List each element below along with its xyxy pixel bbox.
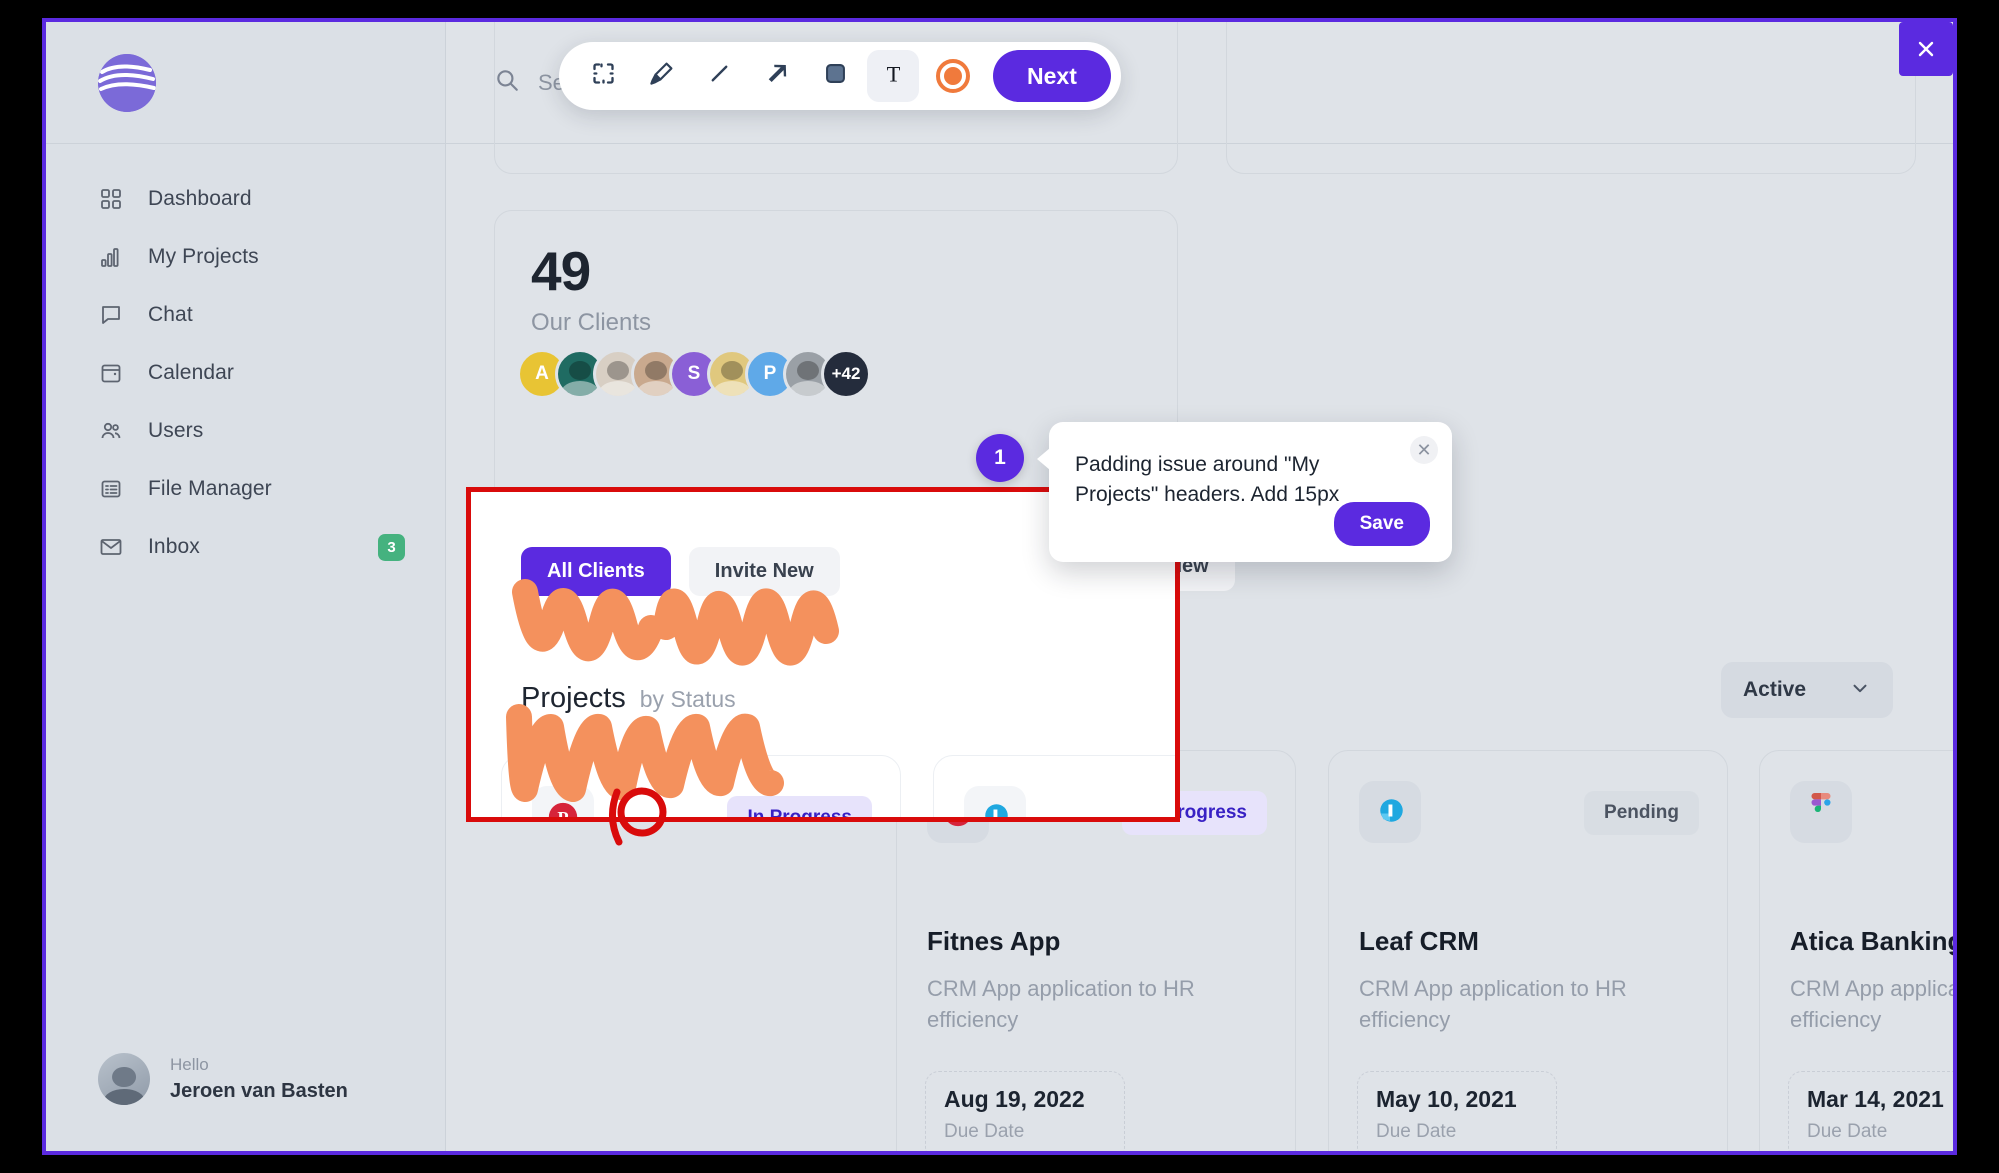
figma-icon xyxy=(1790,781,1852,843)
comment-text: Padding issue around "My Projects" heade… xyxy=(1075,453,1340,506)
due-date-box: Mar 14, 2021 Due Date xyxy=(1788,1071,1953,1151)
save-button[interactable]: Save xyxy=(1333,502,1430,546)
sidebar-item-chat[interactable]: Chat xyxy=(46,286,445,344)
sidebar-item-label: Inbox xyxy=(148,535,200,558)
sidebar-item-users[interactable]: Users xyxy=(46,402,445,460)
calendar-icon xyxy=(98,360,124,386)
svg-text:P: P xyxy=(557,808,568,822)
rectangle-tool-button[interactable] xyxy=(809,50,861,102)
page-title: Projects xyxy=(521,682,626,714)
sidebar-user-profile[interactable]: Hello Jeroen van Basten xyxy=(98,1053,348,1105)
crop-tool-button[interactable] xyxy=(577,50,629,102)
sidebar-item-label: Dashboard xyxy=(148,187,252,210)
project-description: CRM App application to HR efficiency xyxy=(927,976,1195,1033)
chevron-down-icon xyxy=(1849,677,1871,704)
user-greeting: Hello xyxy=(170,1055,209,1075)
sidebar-item-label: My Projects xyxy=(148,245,259,268)
inbox-unread-badge: 3 xyxy=(378,533,405,561)
arrow-tool-button[interactable] xyxy=(751,50,803,102)
arrow-icon xyxy=(764,60,791,92)
app-logo-icon xyxy=(98,53,156,112)
bar-chart-icon xyxy=(98,244,124,270)
next-button[interactable]: Next xyxy=(993,50,1111,102)
mail-icon xyxy=(98,534,124,560)
avatar xyxy=(98,1053,150,1105)
project-card-highlighted[interactable] xyxy=(933,755,1175,817)
grid-icon xyxy=(98,186,124,212)
color-swatch-button[interactable] xyxy=(931,54,975,98)
chat-icon xyxy=(98,302,124,328)
sidebar-item-label: Calendar xyxy=(148,361,235,384)
project-card-highlighted[interactable]: P In Progress xyxy=(501,755,901,822)
pinterest-icon: P xyxy=(532,786,594,822)
project-name: Fitnes App xyxy=(927,926,1061,956)
invite-new-button[interactable]: Invite New xyxy=(688,547,840,596)
close-icon xyxy=(1918,41,1934,57)
line-tool-button[interactable] xyxy=(693,50,745,102)
projects-heading-highlighted: Projects by Status xyxy=(521,682,736,715)
clients-count: 49 xyxy=(531,240,591,302)
sidebar-item-inbox[interactable]: Inbox 3 xyxy=(46,518,445,576)
page-subtitle: by Status xyxy=(639,686,736,712)
project-name: Atica Banking xyxy=(1790,926,1953,956)
user-name: Jeroen van Basten xyxy=(170,1079,348,1102)
status-badge: In Progress xyxy=(727,796,872,817)
annotation-toolbar: T Next xyxy=(559,42,1121,110)
project-card[interactable]: Completed Atica Banking CRM App applicat… xyxy=(1759,750,1953,1151)
due-date-value: Aug 19, 2022 xyxy=(944,1086,1085,1112)
screenshot-capture-frame: Dashboard My Projects Chat Calendar User… xyxy=(42,18,1957,1155)
highlighter-icon xyxy=(648,60,675,92)
sidebar: Dashboard My Projects Chat Calendar User… xyxy=(46,22,446,1151)
text-t-icon: T xyxy=(880,60,907,92)
status-filter-value: Active xyxy=(1743,678,1807,701)
annotation-comment-popup: ✕ Padding issue around "My Projects" hea… xyxy=(1037,422,1452,562)
due-date-label: Due Date xyxy=(944,1121,1025,1142)
annotation-marker-1[interactable]: 1 xyxy=(976,434,1024,482)
svg-text:T: T xyxy=(886,61,900,86)
sidebar-item-my-projects[interactable]: My Projects xyxy=(46,228,445,286)
users-icon xyxy=(98,418,124,444)
line-icon xyxy=(706,60,733,92)
chat-bubble-logo-icon xyxy=(964,786,1026,817)
project-description: CRM App application to HR efficiency xyxy=(1790,976,1953,1033)
due-date-label: Due Date xyxy=(1807,1121,1888,1142)
sidebar-item-dashboard[interactable]: Dashboard xyxy=(46,170,445,228)
due-date-value: May 10, 2021 xyxy=(1376,1086,1517,1112)
square-icon xyxy=(822,60,849,92)
brand-area xyxy=(46,22,445,144)
due-date-box: May 10, 2021 Due Date xyxy=(1357,1071,1557,1151)
client-avatar-stack[interactable]: A S P +42 xyxy=(517,349,871,399)
sidebar-item-label: File Manager xyxy=(148,477,272,500)
sidebar-nav: Dashboard My Projects Chat Calendar User… xyxy=(46,144,445,576)
list-icon xyxy=(98,476,124,502)
close-overlay-button[interactable] xyxy=(1899,22,1953,76)
avatar-overflow-count: +42 xyxy=(821,349,871,399)
due-date-label: Due Date xyxy=(1376,1121,1457,1142)
project-description: CRM App application to HR efficiency xyxy=(1359,976,1627,1033)
due-date-box: Aug 19, 2022 Due Date xyxy=(925,1071,1125,1151)
crop-icon xyxy=(590,60,617,92)
all-clients-button[interactable]: All Clients xyxy=(521,547,671,596)
close-icon[interactable]: ✕ xyxy=(1410,436,1438,464)
chat-bubble-logo-icon xyxy=(1359,781,1421,843)
text-tool-button[interactable]: T xyxy=(867,50,919,102)
status-filter-dropdown[interactable]: Active xyxy=(1721,662,1893,718)
project-name: Leaf CRM xyxy=(1359,926,1479,956)
status-badge: Pending xyxy=(1584,791,1699,835)
project-card[interactable]: Pending Leaf CRM CRM App application to … xyxy=(1328,750,1728,1151)
clients-chip-row-highlighted: All Clients Invite New xyxy=(521,547,840,596)
clients-label: Our Clients xyxy=(531,309,652,336)
due-date-value: Mar 14, 2021 xyxy=(1807,1086,1944,1112)
highlighter-tool-button[interactable] xyxy=(635,50,687,102)
sidebar-item-label: Users xyxy=(148,419,204,442)
sidebar-item-calendar[interactable]: Calendar xyxy=(46,344,445,402)
sidebar-item-label: Chat xyxy=(148,303,193,326)
stat-card-top-right xyxy=(1226,22,1916,174)
sidebar-item-file-manager[interactable]: File Manager xyxy=(46,460,445,518)
